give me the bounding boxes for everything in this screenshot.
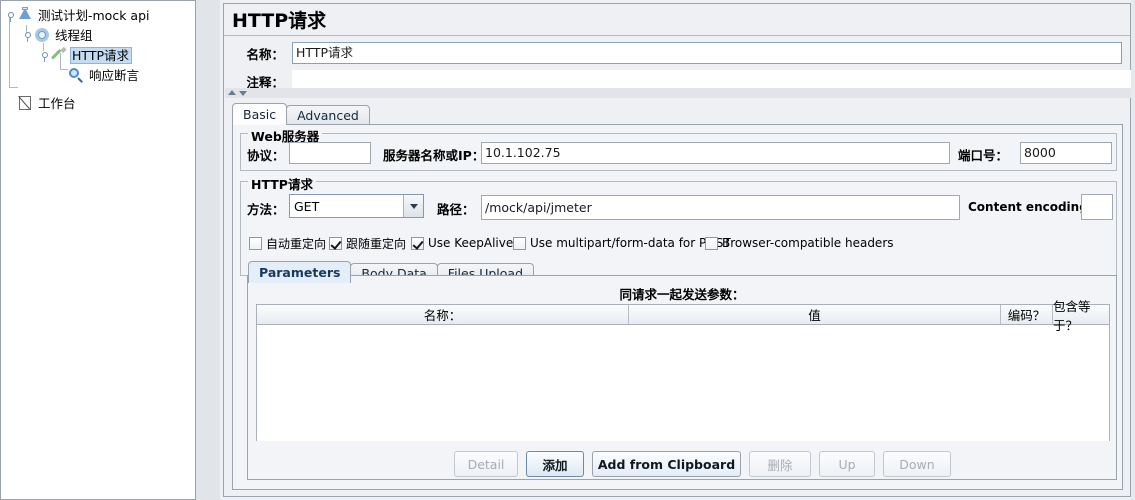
name-input[interactable]: HTTP请求 (292, 42, 1122, 64)
http-request-group: HTTP请求 方法： GET 路径： /mock/api/jmeter Cont… (240, 174, 1117, 283)
checkbox-box[interactable] (249, 236, 262, 250)
checkbox-label: Browser-compatible headers (722, 236, 894, 250)
path-input[interactable]: /mock/api/jmeter (481, 195, 960, 220)
http-sampler-icon (50, 46, 68, 64)
test-plan-tree[interactable]: 测试计划-mock api 线程组 HTTP请求 响应断言 工作台 (1, 1, 195, 113)
tab-advanced[interactable]: Advanced (286, 105, 370, 125)
up-button[interactable]: Up (819, 451, 875, 477)
checkbox-label: 跟随重定向 (346, 236, 407, 251)
editor-inner-frame: HTTP请求 名称： HTTP请求 注释： Basic Advanced Web… (223, 3, 1135, 497)
table-body[interactable] (257, 325, 1109, 441)
add-button[interactable]: 添加 (526, 451, 584, 477)
workbench-icon (16, 94, 34, 112)
checkbox-label: Use multipart/form-data for POST (530, 236, 731, 250)
server-input[interactable]: 10.1.102.75 (481, 142, 950, 164)
tree-node-label-selected: HTTP请求 (70, 46, 132, 64)
jmeter-window: 测试计划-mock api 线程组 HTTP请求 响应断言 工作台 HTTP请求… (0, 0, 1135, 500)
column-header-value[interactable]: 值 (629, 305, 1001, 325)
method-selected-value: GET (294, 198, 320, 214)
tree-node-test-plan[interactable]: 测试计划-mock api (1, 5, 195, 25)
table-header-row: 名称： 值 编码？ 包含等于？ (257, 299, 1109, 333)
column-header-include-equals[interactable]: 包含等于？ (1053, 299, 1109, 333)
name-label: 名称： (246, 46, 284, 62)
tree-node-label: 测试计划-mock api (38, 7, 150, 23)
checkbox-label: 自动重定向 (266, 236, 327, 251)
page-title-bar: HTTP请求 (224, 4, 1130, 36)
column-header-name[interactable]: 名称： (257, 305, 629, 325)
column-header-encode[interactable]: 编码？ (1001, 305, 1053, 325)
checkbox-box[interactable] (411, 236, 424, 250)
checkbox-use-multipart[interactable]: Use multipart/form-data for POST (513, 234, 731, 252)
chevron-down-icon[interactable] (403, 195, 423, 217)
parameters-tab-body: 同请求一起发送参数： 名称： 值 编码？ 包含等于？ Detail 添 (247, 275, 1117, 480)
checkbox-box[interactable] (705, 236, 718, 250)
down-button[interactable]: Down (883, 451, 951, 477)
checkbox-box[interactable] (329, 236, 342, 250)
web-server-group: Web服务器 协议： 服务器名称或IP： 10.1.102.75 端口号： 80… (240, 126, 1117, 171)
server-label: 服务器名称或IP： (383, 148, 485, 163)
protocol-input[interactable] (289, 142, 371, 164)
parameters-caption: 同请求一起发送参数： (619, 287, 745, 302)
assertion-magnifier-icon (67, 66, 85, 84)
section-collapse-bar[interactable] (225, 88, 1131, 98)
checkbox-use-keepalive[interactable]: Use KeepAlive (411, 234, 513, 252)
tree-node-label: 响应断言 (89, 67, 140, 83)
tab-parameters[interactable]: Parameters (248, 261, 352, 283)
checkbox-follow-redirect[interactable]: 跟随重定向 (329, 234, 406, 252)
tree-node-label: 线程组 (55, 27, 93, 43)
thread-group-icon (33, 26, 51, 44)
tree-node-response-assertion[interactable]: 响应断言 (1, 65, 195, 85)
add-from-clipboard-button[interactable]: Add from Clipboard (592, 451, 741, 477)
tree-node-workbench[interactable]: 工作台 (1, 93, 195, 113)
http-request-editor-panel: HTTP请求 名称： HTTP请求 注释： Basic Advanced Web… (220, 0, 1135, 500)
path-label: 路径： (437, 202, 475, 217)
content-encoding-input[interactable] (1081, 194, 1113, 220)
detail-button[interactable]: Detail (454, 451, 518, 477)
main-tabstrip[interactable]: Basic Advanced (232, 103, 370, 125)
tree-node-http-request[interactable]: HTTP请求 (1, 45, 195, 65)
checkbox-browser-compatible-headers[interactable]: Browser-compatible headers (705, 234, 894, 252)
port-label: 端口号： (958, 148, 1009, 163)
tree-node-thread-group[interactable]: 线程组 (1, 25, 195, 45)
method-label: 方法： (247, 202, 285, 217)
collapse-down-icon[interactable] (239, 91, 247, 96)
page-title: HTTP请求 (232, 10, 327, 32)
checkbox-auto-redirect[interactable]: 自动重定向 (249, 234, 326, 252)
vertical-scrollbar[interactable] (1131, 0, 1135, 500)
protocol-label: 协议： (247, 148, 285, 163)
panel-splitter[interactable] (196, 0, 220, 500)
name-row: 名称： HTTP请求 (232, 42, 1122, 64)
content-encoding-label: Content encoding: (968, 200, 1093, 214)
test-plan-icon (16, 6, 34, 24)
parameters-button-row: Detail 添加 Add from Clipboard 删除 Up Down (454, 451, 951, 477)
tree-expand-handle-icon[interactable] (5, 10, 16, 22)
test-plan-tree-panel[interactable]: 测试计划-mock api 线程组 HTTP请求 响应断言 工作台 (0, 0, 196, 500)
http-request-group-title: HTTP请求 (248, 174, 316, 193)
method-combobox[interactable]: GET (289, 194, 424, 218)
tree-connector (9, 87, 18, 88)
parameters-table[interactable]: 名称： 值 编码？ 包含等于？ (256, 299, 1110, 441)
tree-expand-handle-icon[interactable] (22, 30, 33, 42)
checkbox-box[interactable] (513, 236, 526, 250)
checkbox-label: Use KeepAlive (428, 236, 514, 250)
tree-node-label: 工作台 (38, 95, 76, 111)
delete-button[interactable]: 删除 (749, 451, 811, 477)
tree-expand-handle-icon[interactable] (39, 50, 50, 62)
port-input[interactable]: 8000 (1020, 142, 1112, 164)
basic-tab-body: Web服务器 协议： 服务器名称或IP： 10.1.102.75 端口号： 80… (232, 124, 1123, 490)
collapse-up-icon[interactable] (228, 90, 236, 95)
tab-basic[interactable]: Basic (232, 103, 288, 125)
